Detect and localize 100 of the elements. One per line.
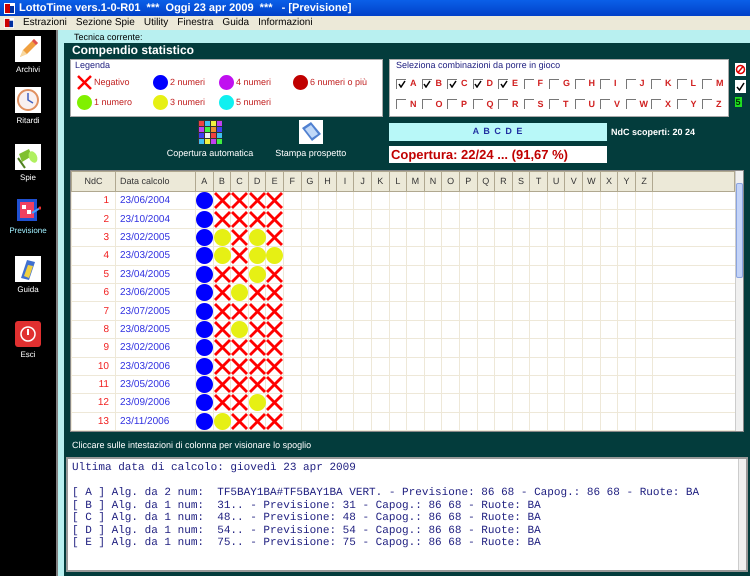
scrollbar[interactable]	[738, 459, 746, 570]
column-header[interactable]: T	[530, 172, 548, 192]
column-header[interactable]: H	[318, 172, 336, 192]
checkbox-label[interactable]: Q	[486, 98, 494, 111]
menu-item[interactable]: Finestra	[177, 16, 214, 30]
column-header[interactable]: E	[266, 172, 284, 192]
column-header[interactable]: I	[336, 172, 354, 192]
checkbox-label[interactable]: T	[563, 98, 568, 111]
column-header[interactable]: X	[600, 172, 618, 192]
checkbox-label[interactable]: F	[538, 77, 543, 90]
checkbox[interactable]	[422, 78, 432, 89]
checkbox[interactable]	[396, 78, 406, 89]
power-icon[interactable]	[15, 321, 41, 347]
column-header[interactable]: C	[230, 172, 248, 192]
checkbox-label[interactable]: I	[614, 77, 617, 90]
column-header[interactable]: R	[494, 172, 512, 192]
column-header[interactable]: G	[301, 172, 319, 192]
scrollbar[interactable]	[735, 171, 743, 431]
column-header[interactable]: S	[512, 172, 530, 192]
column-header[interactable]: Q	[477, 172, 495, 192]
check-icon	[474, 80, 482, 88]
column-header[interactable]: Y	[618, 172, 636, 192]
checkbox-label[interactable]: V	[614, 98, 620, 111]
column-header[interactable]: V	[564, 172, 583, 192]
column-header[interactable]: O	[442, 172, 460, 192]
checkbox[interactable]	[498, 78, 508, 89]
checkbox-label[interactable]: K	[665, 77, 672, 90]
action-label[interactable]: Copertura automatica	[166, 147, 254, 160]
checkbox-label[interactable]: H	[588, 77, 595, 90]
technique-label: Tecnica corrente:	[73, 30, 143, 42]
column-header[interactable]: D	[248, 172, 266, 192]
column-header[interactable]: U	[547, 172, 565, 192]
checkbox-label[interactable]: G	[563, 77, 570, 90]
column-header[interactable]: M	[406, 172, 424, 192]
sidebar-item[interactable]: Archivi	[16, 65, 40, 75]
checkbox-label[interactable]: N	[410, 98, 416, 111]
column-header[interactable]: NdC	[72, 172, 116, 192]
checkbox-label[interactable]: M	[716, 77, 724, 90]
checkbox-label[interactable]: R	[512, 98, 518, 111]
checkbox-label[interactable]: W	[640, 98, 648, 111]
panel-title: Compendio statistico	[70, 43, 196, 57]
app-icon[interactable]	[4, 18, 14, 28]
check-icon	[423, 80, 431, 88]
checkbox-label[interactable]: L	[690, 77, 696, 90]
checkbox-label[interactable]: E	[512, 77, 518, 90]
checkbox-label[interactable]: C	[461, 77, 468, 90]
sidebar-item[interactable]: Previsione	[9, 226, 47, 236]
column-header[interactable]: N	[424, 172, 442, 192]
flashlight-icon[interactable]	[15, 144, 41, 170]
checkbox[interactable]	[472, 78, 482, 89]
column-header[interactable]: A	[196, 172, 214, 192]
sidebar-item[interactable]: Spie	[20, 173, 36, 183]
column-header[interactable]: W	[582, 172, 600, 192]
column-header[interactable]: J	[354, 172, 372, 192]
column-header[interactable]: B	[213, 172, 231, 192]
menu-item[interactable]: Utility	[144, 16, 168, 30]
table-cell: 6	[72, 283, 116, 302]
checkbox-label[interactable]: A	[410, 77, 416, 90]
column-header[interactable]: F	[283, 172, 302, 192]
menu-item[interactable]: Guida	[222, 16, 250, 30]
table-cell: 12	[72, 394, 116, 412]
table-cell: 23/10/2004	[116, 210, 196, 228]
table-cell: 5	[72, 265, 116, 284]
check-all-icon[interactable]	[734, 80, 746, 93]
table-cell: 23/06/2005	[116, 283, 196, 302]
checkbox-label[interactable]: B	[436, 77, 442, 90]
prediction-line: [ B ] Alg. da 1 num: 31.. - Previsione: 31 - Capog.: 86 68 - Ruote: BA	[72, 500, 542, 512]
app-icon	[4, 2, 15, 14]
chart-board-icon[interactable]	[14, 197, 41, 223]
book-icon[interactable]	[15, 256, 41, 282]
table-cell: 23/03/2006	[116, 357, 196, 376]
checkbox-label[interactable]: J	[640, 77, 645, 90]
menu-item[interactable]: Estrazioni	[23, 16, 67, 30]
menu-item[interactable]: Sezione Spie	[76, 16, 135, 30]
column-header[interactable]: L	[389, 172, 407, 192]
checkbox-label[interactable]: D	[486, 77, 493, 90]
scroll-thumb[interactable]	[736, 183, 743, 278]
checkbox-label[interactable]: U	[588, 98, 595, 111]
sidebar-item[interactable]: Ritardi	[16, 116, 40, 126]
legend-label: 6 numeri o più	[310, 76, 368, 89]
checkbox-label[interactable]: Z	[716, 98, 722, 111]
column-header[interactable]: Data calcolo	[116, 172, 196, 192]
column-header[interactable]: K	[371, 172, 390, 192]
sidebar-item[interactable]: Esci	[20, 350, 36, 360]
clock-icon[interactable]	[15, 87, 41, 113]
column-header[interactable]: P	[459, 172, 477, 192]
checkbox[interactable]	[447, 78, 457, 89]
checkbox-label[interactable]: P	[461, 98, 468, 111]
checkbox-label[interactable]: O	[436, 98, 443, 111]
checkbox-label[interactable]: S	[538, 98, 544, 111]
legend-label: 2 numeri	[170, 76, 206, 89]
sidebar-item[interactable]: Guida	[17, 285, 39, 295]
checkbox-label[interactable]: X	[665, 98, 672, 111]
column-header[interactable]: Z	[635, 172, 653, 192]
clear-icon[interactable]	[734, 63, 746, 76]
checkbox-label[interactable]: Y	[690, 98, 697, 111]
color-grid-icon[interactable]	[198, 120, 222, 144]
pencil-icon[interactable]	[15, 36, 41, 62]
action-label[interactable]: Stampa prospetto	[275, 147, 346, 160]
menu-item[interactable]: Informazioni	[258, 16, 313, 30]
